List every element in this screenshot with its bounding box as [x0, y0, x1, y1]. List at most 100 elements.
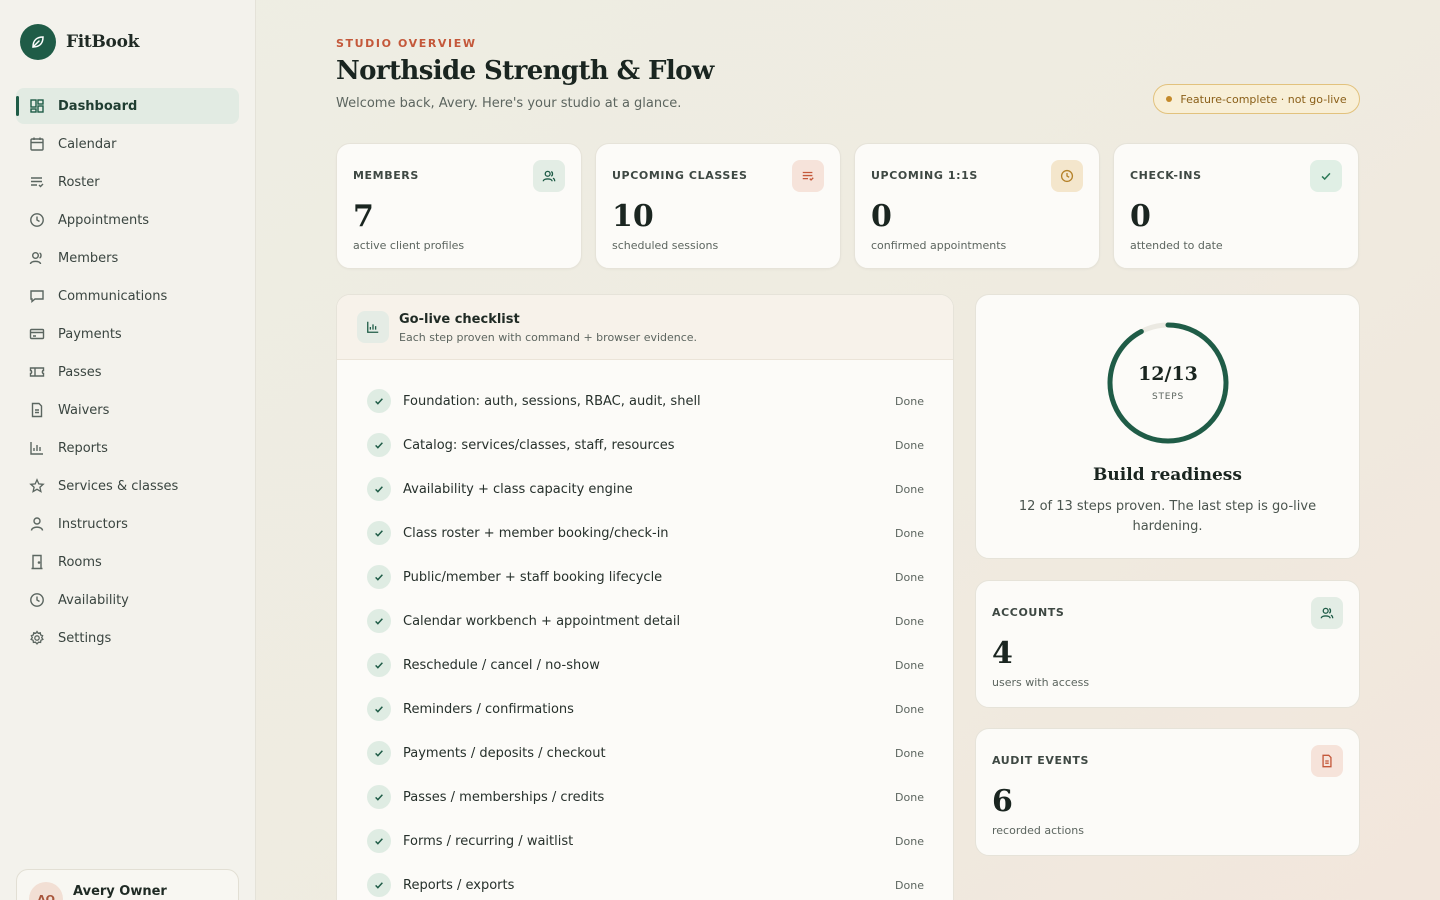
stat-card-upcoming-classes: UPCOMING CLASSES 10 scheduled sessions	[595, 143, 841, 269]
sidebar-item-dashboard[interactable]: Dashboard	[16, 88, 239, 124]
checklist-header: Go-live checklist Each step proven with …	[337, 295, 953, 360]
checklist-item-status: Done	[895, 394, 924, 408]
checklist-item-status: Done	[895, 702, 924, 716]
door-icon	[28, 553, 46, 571]
sidebar-item-members[interactable]: Members	[16, 240, 239, 276]
checklist-item-status: Done	[895, 658, 924, 672]
status-badge: Feature-complete · not go-live	[1153, 84, 1360, 114]
card-icon	[28, 325, 46, 343]
accounts-card: ACCOUNTS 4 users with access	[975, 580, 1360, 708]
roster-icon	[28, 173, 46, 191]
sidebar-item-passes[interactable]: Passes	[16, 354, 239, 390]
ticket-icon	[28, 363, 46, 381]
checklist-item-label: Reschedule / cancel / no-show	[403, 657, 600, 673]
checklist-item: Reports / exports Done	[367, 863, 924, 900]
checklist-item-label: Reminders / confirmations	[403, 701, 574, 717]
check-icon	[1310, 160, 1342, 192]
sidebar-item-label: Calendar	[58, 136, 117, 152]
readiness-title: Build readiness	[1093, 465, 1242, 485]
checklist-item-label: Availability + class capacity engine	[403, 481, 633, 497]
checklist-subtitle: Each step proven with command + browser …	[399, 331, 698, 344]
check-icon	[367, 873, 391, 897]
dashboard-icon	[28, 97, 46, 115]
stat-caption: recorded actions	[992, 824, 1084, 837]
check-icon	[367, 565, 391, 589]
user-card[interactable]: AO Avery Owner	[16, 869, 239, 900]
sidebar-item-appointments[interactable]: Appointments	[16, 202, 239, 238]
gear-icon	[28, 629, 46, 647]
sidebar-item-communications[interactable]: Communications	[16, 278, 239, 314]
checklist-item-label: Class roster + member booking/check-in	[403, 525, 669, 541]
sidebar: FitBook Dashboard Calendar Roster Appoin…	[0, 0, 256, 900]
sidebar-item-label: Roster	[58, 174, 100, 190]
stat-label: UPCOMING 1:1S	[871, 169, 978, 182]
check-icon	[367, 785, 391, 809]
checklist-item: Availability + class capacity engine Done	[367, 467, 924, 511]
bar-chart-icon	[357, 311, 389, 343]
readiness-description: 12 of 13 steps proven. The last step is …	[1018, 499, 1317, 534]
page-subtitle: Welcome back, Avery. Here's your studio …	[336, 96, 682, 111]
checklist-item-status: Done	[895, 790, 924, 804]
check-icon	[367, 697, 391, 721]
page-title: Northside Strength & Flow	[336, 56, 714, 86]
clock-icon	[28, 211, 46, 229]
stat-caption: confirmed appointments	[871, 239, 1007, 252]
checklist-item: Foundation: auth, sessions, RBAC, audit,…	[367, 379, 924, 423]
checklist-item: Reminders / confirmations Done	[367, 687, 924, 731]
stat-caption: scheduled sessions	[612, 239, 719, 252]
readiness-label: STEPS	[1151, 392, 1185, 402]
checklist-item-label: Payments / deposits / checkout	[403, 745, 606, 761]
sidebar-item-label: Dashboard	[58, 98, 138, 114]
check-icon	[367, 653, 391, 677]
sidebar-item-availability[interactable]: Availability	[16, 582, 239, 618]
checklist-item-label: Foundation: auth, sessions, RBAC, audit,…	[403, 393, 701, 409]
sidebar-item-rooms[interactable]: Rooms	[16, 544, 239, 580]
clock-icon	[1051, 160, 1083, 192]
page-eyebrow: STUDIO OVERVIEW	[336, 37, 477, 50]
stat-value: 0	[871, 199, 892, 234]
sidebar-item-roster[interactable]: Roster	[16, 164, 239, 200]
sidebar-item-settings[interactable]: Settings	[16, 620, 239, 656]
check-icon	[367, 521, 391, 545]
sidebar-item-label: Appointments	[58, 212, 150, 228]
checklist-item-label: Reports / exports	[403, 877, 515, 893]
sidebar-item-label: Instructors	[58, 516, 128, 532]
stat-label: AUDIT EVENTS	[992, 754, 1090, 767]
checklist-item-status: Done	[895, 438, 924, 452]
checklist-item: Forms / recurring / waitlist Done	[367, 819, 924, 863]
check-icon	[367, 477, 391, 501]
checklist-item: Passes / memberships / credits Done	[367, 775, 924, 819]
audit-events-card: AUDIT EVENTS 6 recorded actions	[975, 728, 1360, 856]
stat-value: 6	[992, 784, 1013, 819]
check-icon	[367, 829, 391, 853]
sidebar-item-label: Waivers	[58, 402, 110, 418]
checklist-item: Payments / deposits / checkout Done	[367, 731, 924, 775]
sidebar-item-payments[interactable]: Payments	[16, 316, 239, 352]
checklist-item-status: Done	[895, 878, 924, 892]
checklist-title: Go-live checklist	[399, 312, 520, 327]
stat-card-check-ins: CHECK-INS 0 attended to date	[1113, 143, 1359, 269]
stat-card-members: MEMBERS 7 active client profiles	[336, 143, 582, 269]
sidebar-item-label: Rooms	[58, 554, 102, 570]
checklist-item-label: Passes / memberships / credits	[403, 789, 605, 805]
sidebar-item-services-classes[interactable]: Services & classes	[16, 468, 239, 504]
checklist-item: Reschedule / cancel / no-show Done	[367, 643, 924, 687]
stat-label: CHECK-INS	[1130, 169, 1202, 182]
checklist-item-label: Catalog: services/classes, staff, resour…	[403, 437, 675, 453]
checklist-item-label: Calendar workbench + appointment detail	[403, 613, 681, 629]
user-name: Avery Owner	[73, 884, 167, 899]
sidebar-item-waivers[interactable]: Waivers	[16, 392, 239, 428]
user-icon	[28, 249, 46, 267]
brand[interactable]: FitBook	[20, 24, 139, 60]
checklist-item-status: Done	[895, 746, 924, 760]
readiness-value: 12/13	[1138, 363, 1198, 385]
document-icon	[1311, 745, 1343, 777]
checklist-item: Class roster + member booking/check-in Do…	[367, 511, 924, 555]
sidebar-item-instructors[interactable]: Instructors	[16, 506, 239, 542]
build-readiness-card: 12/13 STEPS Build readiness 12 of 13 ste…	[975, 294, 1360, 559]
sidebar-item-calendar[interactable]: Calendar	[16, 126, 239, 162]
sidebar-item-reports[interactable]: Reports	[16, 430, 239, 466]
stat-caption: users with access	[992, 676, 1090, 689]
stat-caption: active client profiles	[353, 239, 465, 252]
status-badge-label: Feature-complete · not go-live	[1180, 92, 1347, 106]
